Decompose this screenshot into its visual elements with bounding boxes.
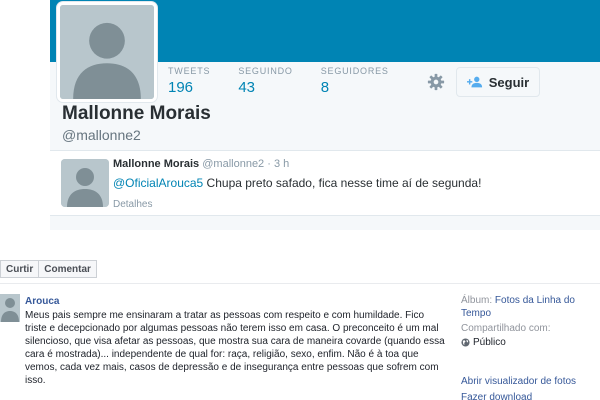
divider [0, 283, 600, 284]
follow-button[interactable]: Seguir [456, 67, 540, 97]
profile-avatar-silhouette [60, 5, 154, 99]
download-link[interactable]: Fazer download [461, 392, 532, 400]
tweet-details-link[interactable]: Detalhes [113, 199, 152, 210]
follow-button-label: Seguir [488, 74, 530, 90]
profile-handle[interactable]: @mallonne2 [62, 127, 141, 143]
like-button[interactable]: Curtir [0, 260, 40, 278]
stat-value: 43 [238, 79, 255, 96]
profile-avatar[interactable] [57, 2, 157, 102]
open-viewer-link[interactable]: Abrir visualizador de fotos [461, 376, 576, 387]
tweet-card[interactable]: Mallonne Morais @mallonne2 · 3 h @Oficia… [50, 150, 600, 216]
stat-value: 8 [320, 79, 330, 96]
stat-tweets[interactable]: TWEETS 196 [168, 66, 210, 96]
tweet-avatar[interactable] [61, 159, 109, 207]
shared-label: Compartilhado com: [461, 323, 551, 334]
post-body: Meus pais sempre me ensinaram a tratar a… [25, 310, 445, 386]
tweet-time[interactable]: 3 h [274, 158, 289, 170]
stat-following[interactable]: SEGUINDO 43 [238, 66, 292, 96]
stat-followers[interactable]: SEGUIDORES 8 [321, 66, 389, 96]
album-info: Álbum: Fotos da Linha do Tempo [461, 294, 600, 320]
comment-button[interactable]: Comentar [39, 260, 97, 278]
tweet-handle[interactable]: @mallonne2 [202, 158, 264, 170]
globe-icon [461, 338, 470, 347]
photo-sidebar: Álbum: Fotos da Linha do Tempo Compartil… [461, 294, 600, 349]
post-author-avatar[interactable] [0, 294, 20, 322]
album-label: Álbum: [461, 295, 493, 306]
post-author-silhouette [0, 294, 20, 322]
gear-icon[interactable] [427, 73, 445, 91]
profile-name[interactable]: Mallonne Morais [62, 103, 211, 125]
tweet-body: Chupa preto safado, fica nesse time aí d… [203, 176, 482, 190]
stat-label: TWEETS [168, 66, 211, 76]
tweet-mention[interactable]: @OficialArouca5 [113, 176, 203, 190]
stat-label: SEGUIDORES [320, 66, 389, 76]
tweet-header: Mallonne Morais @mallonne2 · 3 h [113, 158, 289, 170]
profile-stats: TWEETS 196 SEGUINDO 43 SEGUIDORES 8 [168, 66, 389, 96]
stat-label: SEGUINDO [238, 66, 293, 76]
tweet-author[interactable]: Mallonne Morais [113, 158, 199, 170]
tweet-avatar-silhouette [61, 159, 109, 207]
stat-value: 196 [168, 79, 194, 96]
post-author[interactable]: Arouca [25, 296, 59, 307]
post-actions: Curtir Comentar [0, 260, 97, 278]
add-person-icon [466, 76, 482, 88]
privacy-setting[interactable]: Público [461, 336, 600, 349]
privacy-value: Público [473, 337, 506, 348]
tweet-separator: · [267, 158, 271, 170]
tweet-text: @OficialArouca5 Chupa preto safado, fica… [113, 176, 481, 190]
